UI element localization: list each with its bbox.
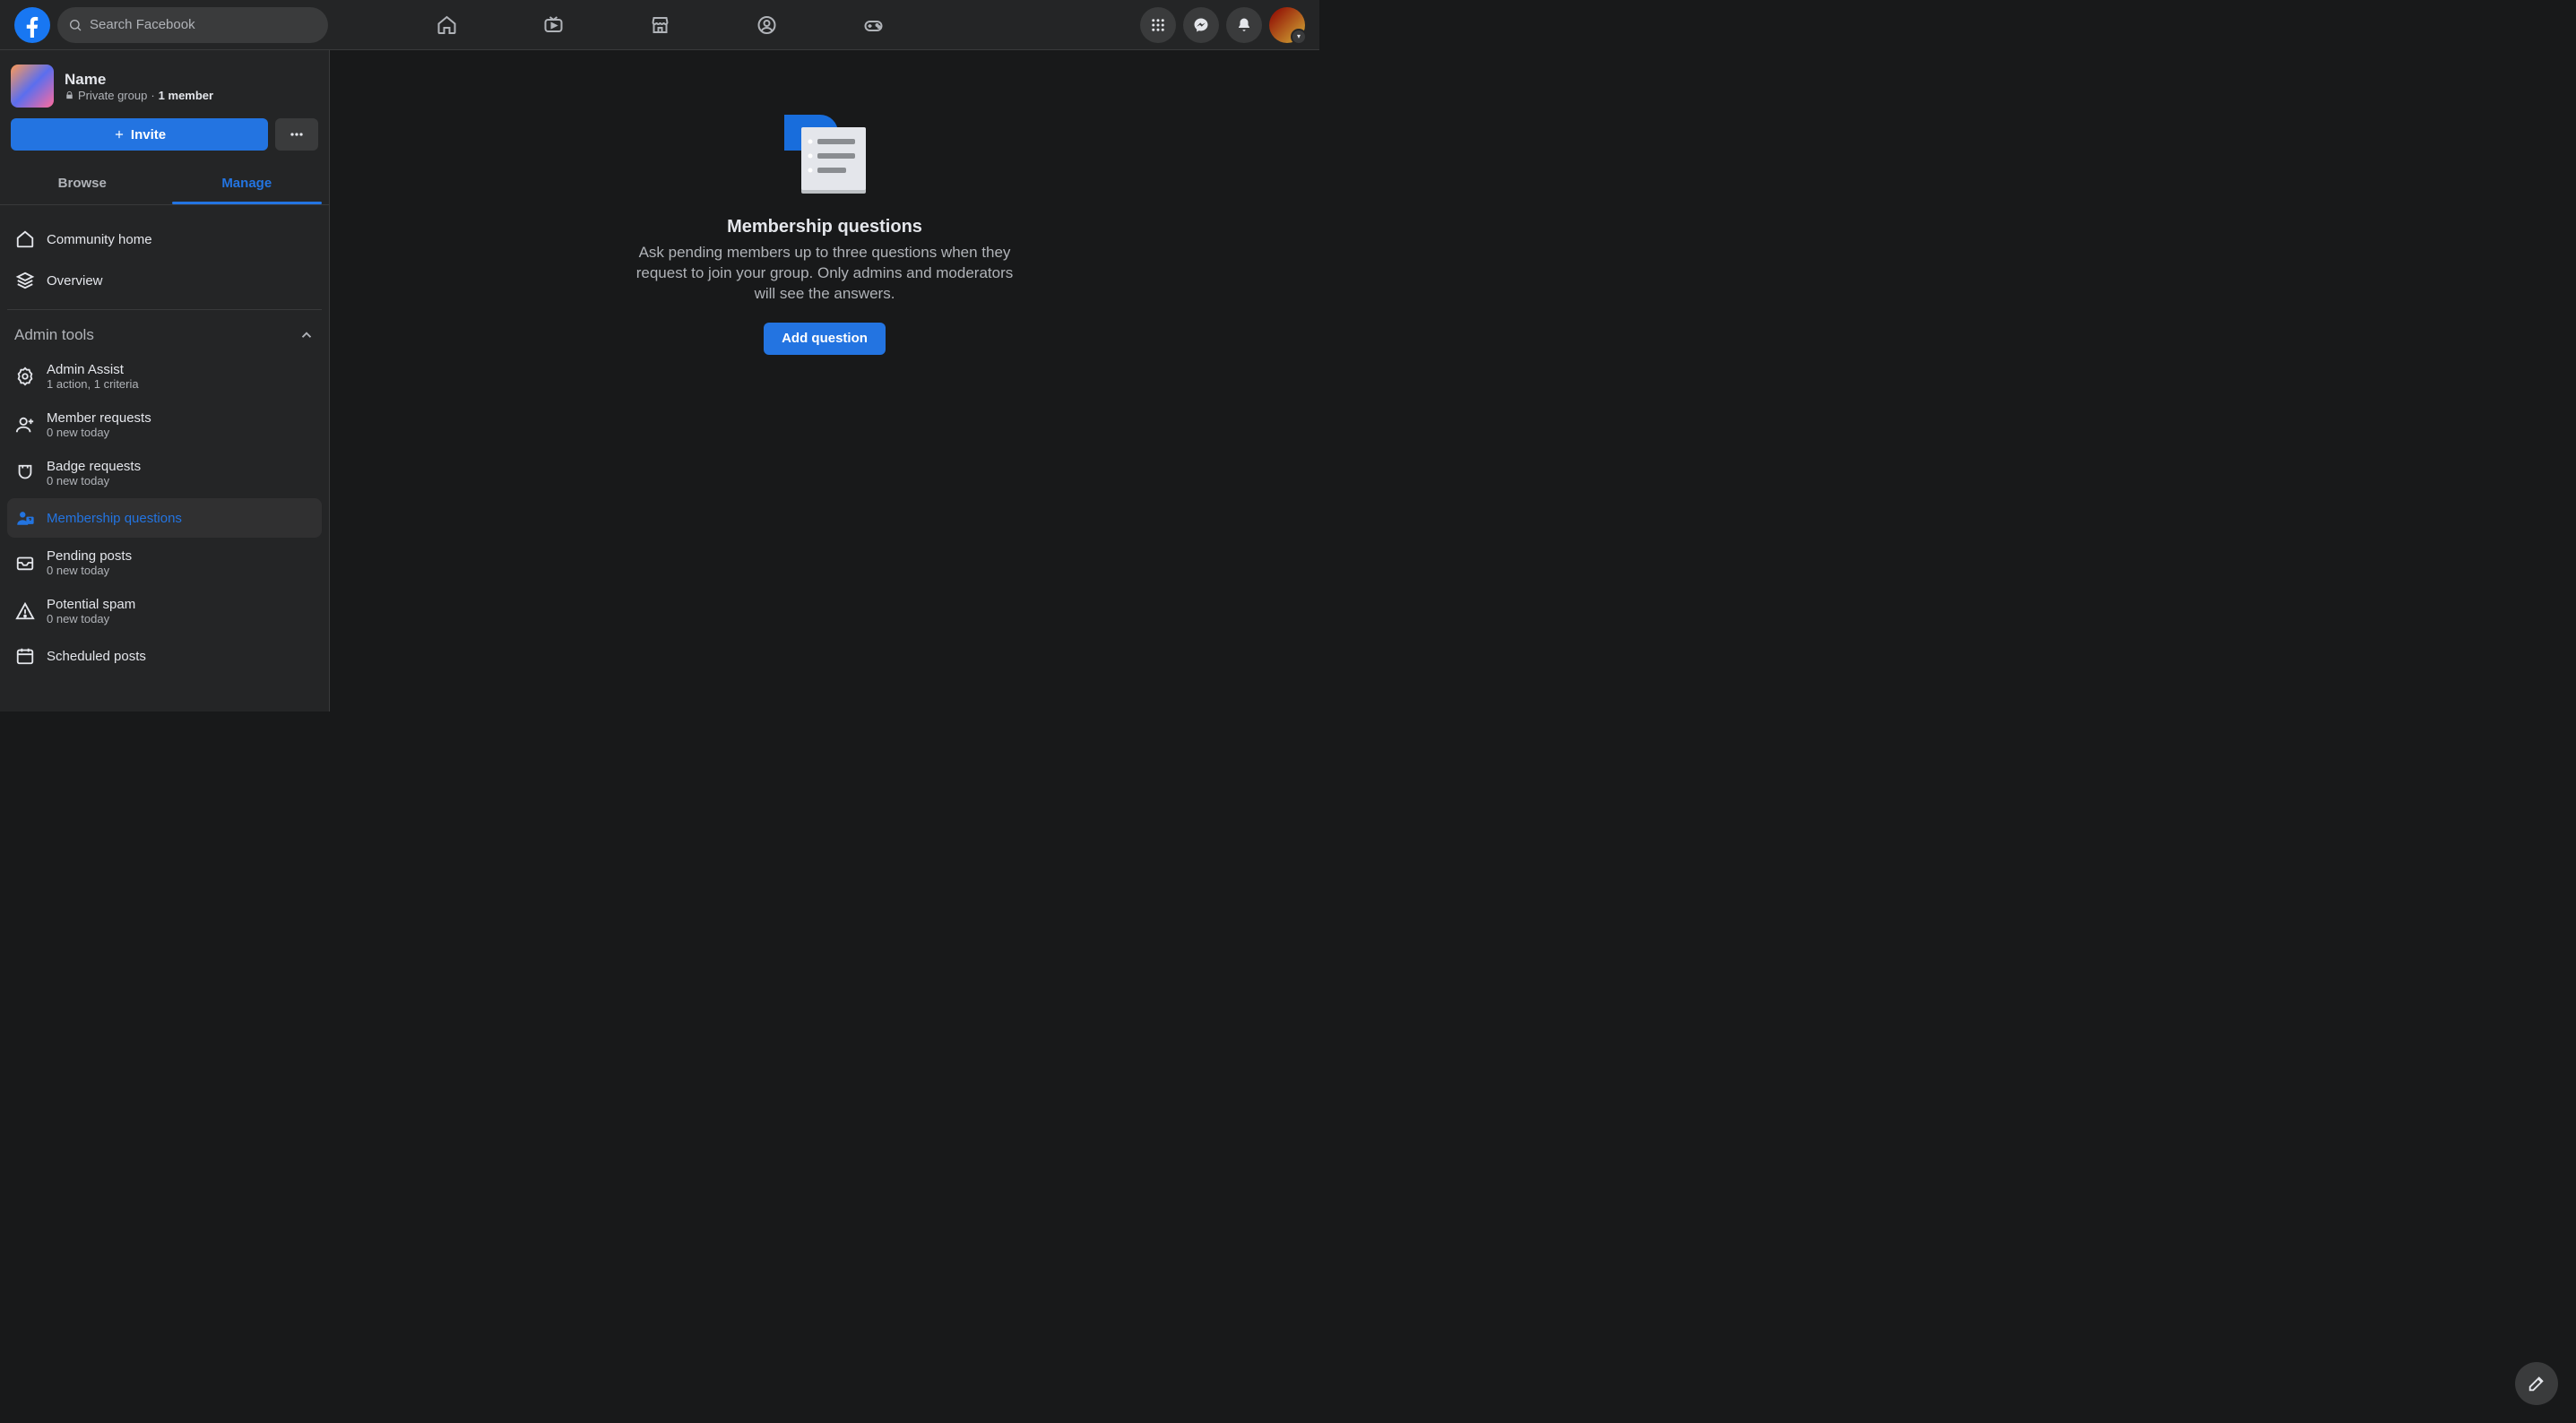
group-name: Name xyxy=(65,71,213,89)
more-actions-button[interactable] xyxy=(275,118,318,151)
compose-fab[interactable] xyxy=(2515,1362,2558,1405)
nav-admin-assist[interactable]: Admin Assist 1 action, 1 criteria xyxy=(7,353,322,400)
lock-icon xyxy=(65,91,74,100)
nav-gaming[interactable] xyxy=(824,2,923,48)
account-avatar[interactable] xyxy=(1269,7,1305,43)
empty-state-title: Membership questions xyxy=(727,217,922,237)
nav-pending-posts[interactable]: Pending posts 0 new today xyxy=(7,539,322,586)
topnav-left xyxy=(14,7,328,43)
search-icon xyxy=(68,18,82,32)
nav-potential-spam[interactable]: Potential spam 0 new today xyxy=(7,588,322,634)
top-navigation xyxy=(0,0,1319,50)
home-icon xyxy=(14,229,36,250)
group-subtitle: Private group · 1 member xyxy=(65,89,213,102)
main-content: Membership questions Ask pending members… xyxy=(330,50,1319,712)
invite-button[interactable]: Invite xyxy=(11,118,268,151)
nav-scheduled-posts[interactable]: Scheduled posts xyxy=(7,636,322,676)
nav-groups[interactable] xyxy=(717,2,817,48)
badge-icon xyxy=(14,462,36,484)
nav-member-requests[interactable]: Member requests 0 new today xyxy=(7,401,322,448)
group-actions: Invite xyxy=(7,118,322,161)
chevron-up-icon xyxy=(298,327,315,343)
question-person-icon xyxy=(14,507,36,529)
nav-membership-questions[interactable]: Membership questions xyxy=(7,498,322,538)
plus-icon xyxy=(113,128,125,141)
calendar-icon xyxy=(14,645,36,667)
nav-marketplace[interactable] xyxy=(610,2,710,48)
empty-state-illustration xyxy=(782,115,868,192)
sidebar: Name Private group · 1 member Invite xyxy=(0,50,330,712)
nav-watch[interactable] xyxy=(504,2,603,48)
warning-icon xyxy=(14,600,36,622)
nav-overview[interactable]: Overview xyxy=(7,261,322,300)
group-thumbnail xyxy=(11,65,54,108)
divider xyxy=(7,309,322,310)
menu-button[interactable] xyxy=(1140,7,1176,43)
sidebar-tabs: Browse Manage xyxy=(0,161,329,205)
nav-list: Community home Overview Admin tools xyxy=(7,212,322,676)
notifications-button[interactable] xyxy=(1226,7,1262,43)
messenger-button[interactable] xyxy=(1183,7,1219,43)
facebook-logo[interactable] xyxy=(14,7,50,43)
gear-shield-icon xyxy=(14,366,36,387)
empty-state-description: Ask pending members up to three question… xyxy=(627,243,1022,305)
person-plus-icon xyxy=(14,414,36,436)
topnav-right xyxy=(1140,7,1305,43)
nav-community-home[interactable]: Community home xyxy=(7,220,322,259)
nav-home[interactable] xyxy=(397,2,497,48)
tab-manage[interactable]: Manage xyxy=(165,161,330,204)
group-header[interactable]: Name Private group · 1 member xyxy=(7,65,322,118)
inbox-icon xyxy=(14,552,36,574)
topnav-center xyxy=(397,2,923,48)
add-question-button[interactable]: Add question xyxy=(764,323,886,355)
stack-icon xyxy=(14,270,36,291)
search-bar[interactable] xyxy=(57,7,328,43)
search-input[interactable] xyxy=(90,17,317,32)
nav-badge-requests[interactable]: Badge requests 0 new today xyxy=(7,450,322,496)
admin-tools-header[interactable]: Admin tools xyxy=(7,319,322,351)
tab-browse[interactable]: Browse xyxy=(0,161,165,204)
